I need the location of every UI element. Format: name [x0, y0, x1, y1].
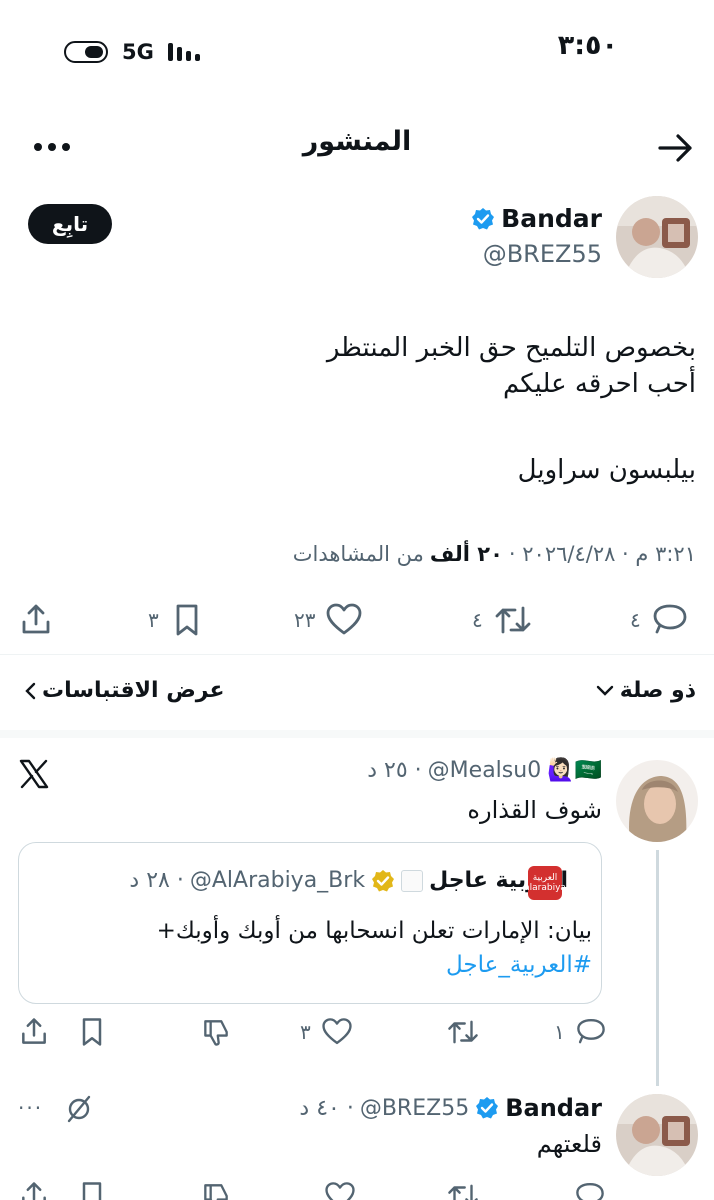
- reply-text: قلعتهم: [536, 1130, 602, 1158]
- follow-button[interactable]: تابِع: [28, 204, 112, 244]
- divider: [0, 654, 714, 655]
- chevron-down-icon: [596, 685, 613, 696]
- repost-icon[interactable]: [446, 1016, 480, 1048]
- tweet-line: أحب احرقه عليكم: [503, 369, 696, 399]
- tweet-line: بيلبسون سراويل: [517, 455, 696, 485]
- quoted-header: العربية عاجل @AlArabiya_Brk · ٢٨ د: [129, 868, 568, 893]
- reply-handle: @BREZ55: [359, 1095, 470, 1121]
- network-label: 5G: [122, 40, 154, 64]
- reply-button[interactable]: ١: [554, 1016, 607, 1048]
- verified-icon: [472, 207, 495, 229]
- reply-actions: ٣ ١: [18, 1016, 608, 1050]
- like-count: ٢٣: [294, 608, 316, 632]
- quoted-body: بيان: الإمارات تعلن انسحابها من أوبك وأو…: [156, 918, 592, 944]
- page-title: المنشور: [302, 126, 412, 157]
- x-logo-icon: [19, 759, 49, 789]
- hashtag-link[interactable]: #العربية_عاجل: [132, 948, 592, 982]
- like-icon: [327, 603, 362, 635]
- bookmark-icon[interactable]: [76, 1180, 108, 1200]
- like-button[interactable]: ٢٣: [294, 602, 363, 638]
- reply-time: · ٢٥ د: [367, 758, 422, 783]
- chevron-left-icon: [25, 682, 36, 699]
- thread-line: [656, 850, 659, 1086]
- reply-header[interactable]: · ٤٠ د @BREZ55 Bandar: [299, 1094, 602, 1122]
- tweet-timestamp: ٣:٢١ م · ٢٠٢٦/٤/٢٨ ·: [508, 542, 696, 566]
- status-time: ٣:٥٠: [557, 30, 618, 61]
- reply-icon[interactable]: [574, 1180, 606, 1200]
- repost-icon: [495, 606, 531, 634]
- like-button[interactable]: ٣: [300, 1016, 353, 1048]
- dislike-icon[interactable]: [200, 1016, 232, 1048]
- verified-gold-icon: [372, 869, 395, 891]
- tweet-text: بخصوص التلميح حق الخبر المنتظر أحب احرقه…: [36, 330, 696, 488]
- reply-handle: @Mealsu0: [427, 758, 542, 783]
- tweet-meta: ٣:٢١ م · ٢٠٢٦/٤/٢٨ · ٢٠ ألف من المشاهدات: [293, 542, 696, 566]
- author-name: Bandar: [501, 204, 602, 233]
- reply-avatar[interactable]: [616, 760, 698, 842]
- battery-icon: [64, 41, 108, 63]
- author-handle: @BREZ55: [482, 240, 602, 268]
- reply-button[interactable]: ٤: [630, 602, 689, 638]
- tweet-line: بخصوص التلميح حق الخبر المنتظر: [326, 333, 696, 363]
- flag-emojis: 🇸🇦🙋🏻‍♀️: [547, 758, 602, 783]
- reply-avatar[interactable]: [616, 1094, 698, 1176]
- back-arrow-icon[interactable]: [656, 130, 696, 166]
- quoted-handle: @AlArabiya_Brk: [189, 868, 366, 893]
- share-icon[interactable]: [18, 1016, 50, 1048]
- quoted-mini-logo: [401, 869, 424, 892]
- quotes-label: عرض الاقتباسات: [42, 678, 225, 703]
- view-count: ٢٠ ألف: [429, 542, 503, 566]
- more-icon[interactable]: [32, 132, 72, 162]
- tweet-actions: ٣ ٢٣ ٤ ٤: [18, 600, 698, 640]
- mute-icon[interactable]: [64, 1094, 94, 1124]
- bookmark-count: ٣: [148, 608, 159, 632]
- reply-text: شوف القذاره: [467, 796, 602, 824]
- bookmark-button[interactable]: ٣: [148, 602, 205, 638]
- reply-time: · ٤٠ د: [299, 1095, 354, 1121]
- section-divider: [0, 730, 714, 738]
- repost-icon[interactable]: [446, 1180, 480, 1200]
- reply-icon: [653, 604, 687, 634]
- related-filter[interactable]: ذو صلة: [596, 678, 696, 703]
- like-icon: [322, 1018, 352, 1045]
- quoted-time: · ٢٨ د: [129, 868, 184, 893]
- reply-count: ١: [554, 1020, 565, 1044]
- more-icon[interactable]: ···: [18, 1096, 43, 1120]
- like-count: ٣: [300, 1020, 311, 1044]
- dislike-icon[interactable]: [200, 1180, 232, 1200]
- reply-icon: [576, 1019, 605, 1044]
- bookmark-icon[interactable]: [76, 1016, 108, 1048]
- signal-icon: [168, 43, 200, 61]
- author-row[interactable]: Bandar: [471, 204, 602, 233]
- reply-header[interactable]: 🇸🇦🙋🏻‍♀️ @Mealsu0 · ٢٥ د: [367, 758, 602, 783]
- share-button[interactable]: [18, 602, 54, 638]
- share-icon: [22, 604, 50, 634]
- quoted-text: بيان: الإمارات تعلن انسحابها من أوبك وأو…: [132, 914, 592, 982]
- repost-count: ٤: [472, 608, 483, 632]
- share-icon[interactable]: [18, 1180, 50, 1200]
- author-avatar[interactable]: [616, 196, 698, 278]
- verified-icon: [476, 1097, 499, 1119]
- brand-logo: العربية alarabiya: [524, 866, 566, 900]
- reply-name: Bandar: [505, 1094, 602, 1122]
- view-quotes-link[interactable]: عرض الاقتباسات: [24, 678, 225, 703]
- view-label: من المشاهدات: [292, 542, 424, 566]
- reply-actions: [18, 1180, 608, 1200]
- reply-count: ٤: [630, 608, 641, 632]
- related-label: ذو صلة: [619, 678, 696, 703]
- repost-button[interactable]: ٤: [472, 602, 533, 638]
- like-icon[interactable]: [324, 1180, 356, 1200]
- bookmark-icon: [176, 604, 198, 636]
